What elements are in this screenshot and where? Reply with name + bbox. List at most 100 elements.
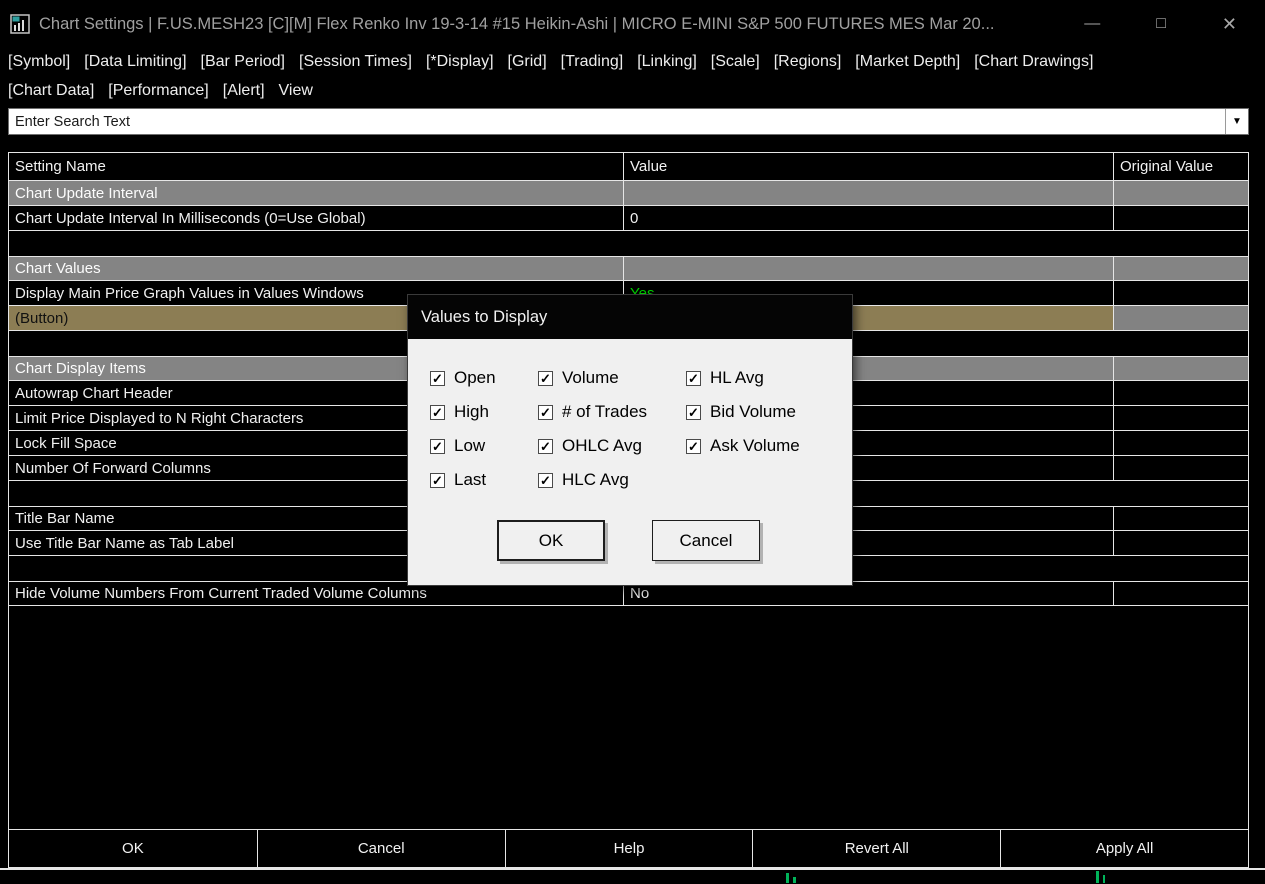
menu-item-data-limiting[interactable]: [Data Limiting]: [84, 53, 186, 71]
section-row-chart-values: Chart Values: [9, 256, 1248, 281]
setting-name-cell: Chart Values: [9, 257, 623, 280]
checkbox-label: HL Avg: [710, 368, 764, 387]
column-header-setting-name: Setting Name: [15, 158, 106, 175]
menu-item-regions[interactable]: [Regions]: [774, 53, 842, 71]
menu-item-session-times[interactable]: [Session Times]: [299, 53, 412, 71]
original-value-cell: [1113, 257, 1248, 280]
checkbox-item-low[interactable]: ✓ Low: [430, 429, 538, 463]
original-value-cell: [1113, 306, 1248, 330]
table-header-row: Setting Name Value Original Value: [9, 152, 1248, 181]
checkbox-bid-volume[interactable]: ✓: [686, 404, 701, 420]
footer-button-help[interactable]: Help: [504, 830, 753, 867]
setting-value-cell: [623, 257, 1113, 280]
checkbox-column: ✓ Open ✓ High ✓ Low ✓ Last: [430, 361, 538, 497]
checkbox-item-high[interactable]: ✓ High: [430, 395, 538, 429]
checkbox-label: # of Trades: [562, 402, 648, 421]
checkbox-item-last[interactable]: ✓ Last: [430, 463, 538, 497]
checkbox-grid: ✓ Open ✓ High ✓ Low ✓ Last ✓ Volume ✓ # of Trades ✓ O…: [430, 361, 800, 497]
checkbox-label: Low: [454, 436, 486, 455]
footer-button-apply-all[interactable]: Apply All: [1000, 830, 1248, 867]
chart-mark: [793, 877, 796, 883]
checkbox-item-open[interactable]: ✓ Open: [430, 361, 538, 395]
menu-item-market-depth[interactable]: [Market Depth]: [855, 53, 960, 71]
original-value-cell: [1113, 181, 1248, 205]
checkbox-label: Last: [454, 470, 487, 489]
menu-item-chart-drawings[interactable]: [Chart Drawings]: [974, 53, 1093, 71]
section-row-chart-update-interval: Chart Update Interval: [9, 181, 1248, 206]
checkbox-item-ask-volume[interactable]: ✓ Ask Volume: [686, 429, 800, 463]
checkbox-item-bid-volume[interactable]: ✓ Bid Volume: [686, 395, 800, 429]
checkbox-label: Bid Volume: [710, 402, 796, 421]
underlying-chart-strip: [0, 870, 1265, 884]
dialog-ok-button[interactable]: OK: [497, 520, 605, 561]
checkbox-label: Open: [454, 368, 496, 387]
column-header-value: Value: [623, 153, 1113, 180]
checkbox-item-ohlc-avg[interactable]: ✓ OHLC Avg: [538, 429, 686, 463]
checkbox-hlc-avg[interactable]: ✓: [538, 472, 553, 488]
checkbox-volume[interactable]: ✓: [538, 370, 553, 386]
menu-item-scale[interactable]: [Scale]: [711, 53, 760, 71]
chart-mark: [1096, 871, 1099, 883]
menu-bar-row1: [Symbol] [Data Limiting] [Bar Period] [Sess…: [8, 53, 1093, 71]
setting-name-cell: Chart Update Interval In Milliseconds (0…: [15, 209, 366, 227]
window-title: Chart Settings | F.US.MESH23 [C][M] Flex…: [39, 14, 995, 33]
original-value-cell: [1113, 206, 1248, 230]
checkbox-column: ✓ HL Avg ✓ Bid Volume ✓ Ask Volume: [686, 361, 800, 497]
menu-item-bar-period[interactable]: [Bar Period]: [201, 53, 285, 71]
footer-button-ok[interactable]: OK: [9, 830, 257, 867]
footer-button-cancel[interactable]: Cancel: [256, 830, 505, 867]
original-value-cell: [1113, 456, 1248, 480]
checkbox-low[interactable]: ✓: [430, 438, 445, 454]
menu-item-linking[interactable]: [Linking]: [637, 53, 697, 71]
checkbox-open[interactable]: ✓: [430, 370, 445, 386]
checkbox-ask-volume[interactable]: ✓: [686, 438, 701, 454]
dialog-body: ✓ Open ✓ High ✓ Low ✓ Last ✓ Volume ✓ # of Trades ✓ O…: [408, 339, 852, 585]
checkbox-of-trades[interactable]: ✓: [538, 404, 553, 420]
chart-settings-window: { "window": { "title": "Chart Settings |…: [0, 0, 1265, 884]
original-value-cell: [1113, 406, 1248, 430]
close-button[interactable]: ✕: [1222, 15, 1237, 33]
dialog-title-bar[interactable]: Values to Display: [408, 295, 852, 339]
checkbox-item-of-trades[interactable]: ✓ # of Trades: [538, 395, 686, 429]
checkbox-ohlc-avg[interactable]: ✓: [538, 438, 553, 454]
original-value-cell: [1113, 582, 1248, 605]
menu-item-view[interactable]: View: [279, 82, 313, 100]
search-combobox: ▼: [8, 108, 1249, 135]
dialog-cancel-button[interactable]: Cancel: [652, 520, 760, 561]
chart-mark: [786, 873, 789, 883]
checkbox-high[interactable]: ✓: [430, 404, 445, 420]
search-input[interactable]: [9, 109, 1225, 134]
checkbox-item-hl-avg[interactable]: ✓ HL Avg: [686, 361, 800, 395]
original-value-cell: [1113, 431, 1248, 455]
checkbox-column: ✓ Volume ✓ # of Trades ✓ OHLC Avg ✓ HLC Avg: [538, 361, 686, 497]
checkbox-label: Ask Volume: [710, 436, 800, 455]
setting-value-cell: No: [623, 582, 1113, 605]
menu-item-symbol[interactable]: [Symbol]: [8, 53, 70, 71]
setting-value-cell: 0: [623, 206, 1113, 230]
title-bar: Chart Settings | F.US.MESH23 [C][M] Flex…: [0, 0, 1265, 48]
menu-item-display[interactable]: [*Display]: [426, 53, 494, 71]
maximize-button[interactable]: □: [1156, 16, 1166, 32]
original-value-cell: [1113, 531, 1248, 555]
checkbox-label: Volume: [562, 368, 619, 387]
setting-row-chart-update-interval-in-milliseconds-0-use-global[interactable]: Chart Update Interval In Milliseconds (0…: [9, 206, 1248, 231]
minimize-button[interactable]: —: [1084, 16, 1100, 32]
app-icon: [10, 14, 30, 34]
menu-item-chart-data[interactable]: [Chart Data]: [8, 82, 94, 100]
checkbox-hl-avg[interactable]: ✓: [686, 370, 701, 386]
original-value-cell: [1113, 281, 1248, 305]
menu-item-performance[interactable]: [Performance]: [108, 82, 208, 100]
checkbox-item-hlc-avg[interactable]: ✓ HLC Avg: [538, 463, 686, 497]
menu-bar-row2: [Chart Data] [Performance] [Alert] View: [8, 82, 313, 100]
menu-item-grid[interactable]: [Grid]: [508, 53, 547, 71]
original-value-cell: [1113, 507, 1248, 530]
checkbox-label: High: [454, 402, 489, 421]
footer-button-revert-all[interactable]: Revert All: [752, 830, 1000, 867]
checkbox-label: HLC Avg: [562, 470, 629, 489]
dropdown-arrow-icon[interactable]: ▼: [1225, 109, 1248, 134]
menu-item-trading[interactable]: [Trading]: [561, 53, 624, 71]
menu-item-alert[interactable]: [Alert]: [223, 82, 265, 100]
footer-button-bar: OK Cancel Help Revert All Apply All: [8, 829, 1249, 868]
checkbox-item-volume[interactable]: ✓ Volume: [538, 361, 686, 395]
checkbox-last[interactable]: ✓: [430, 472, 445, 488]
